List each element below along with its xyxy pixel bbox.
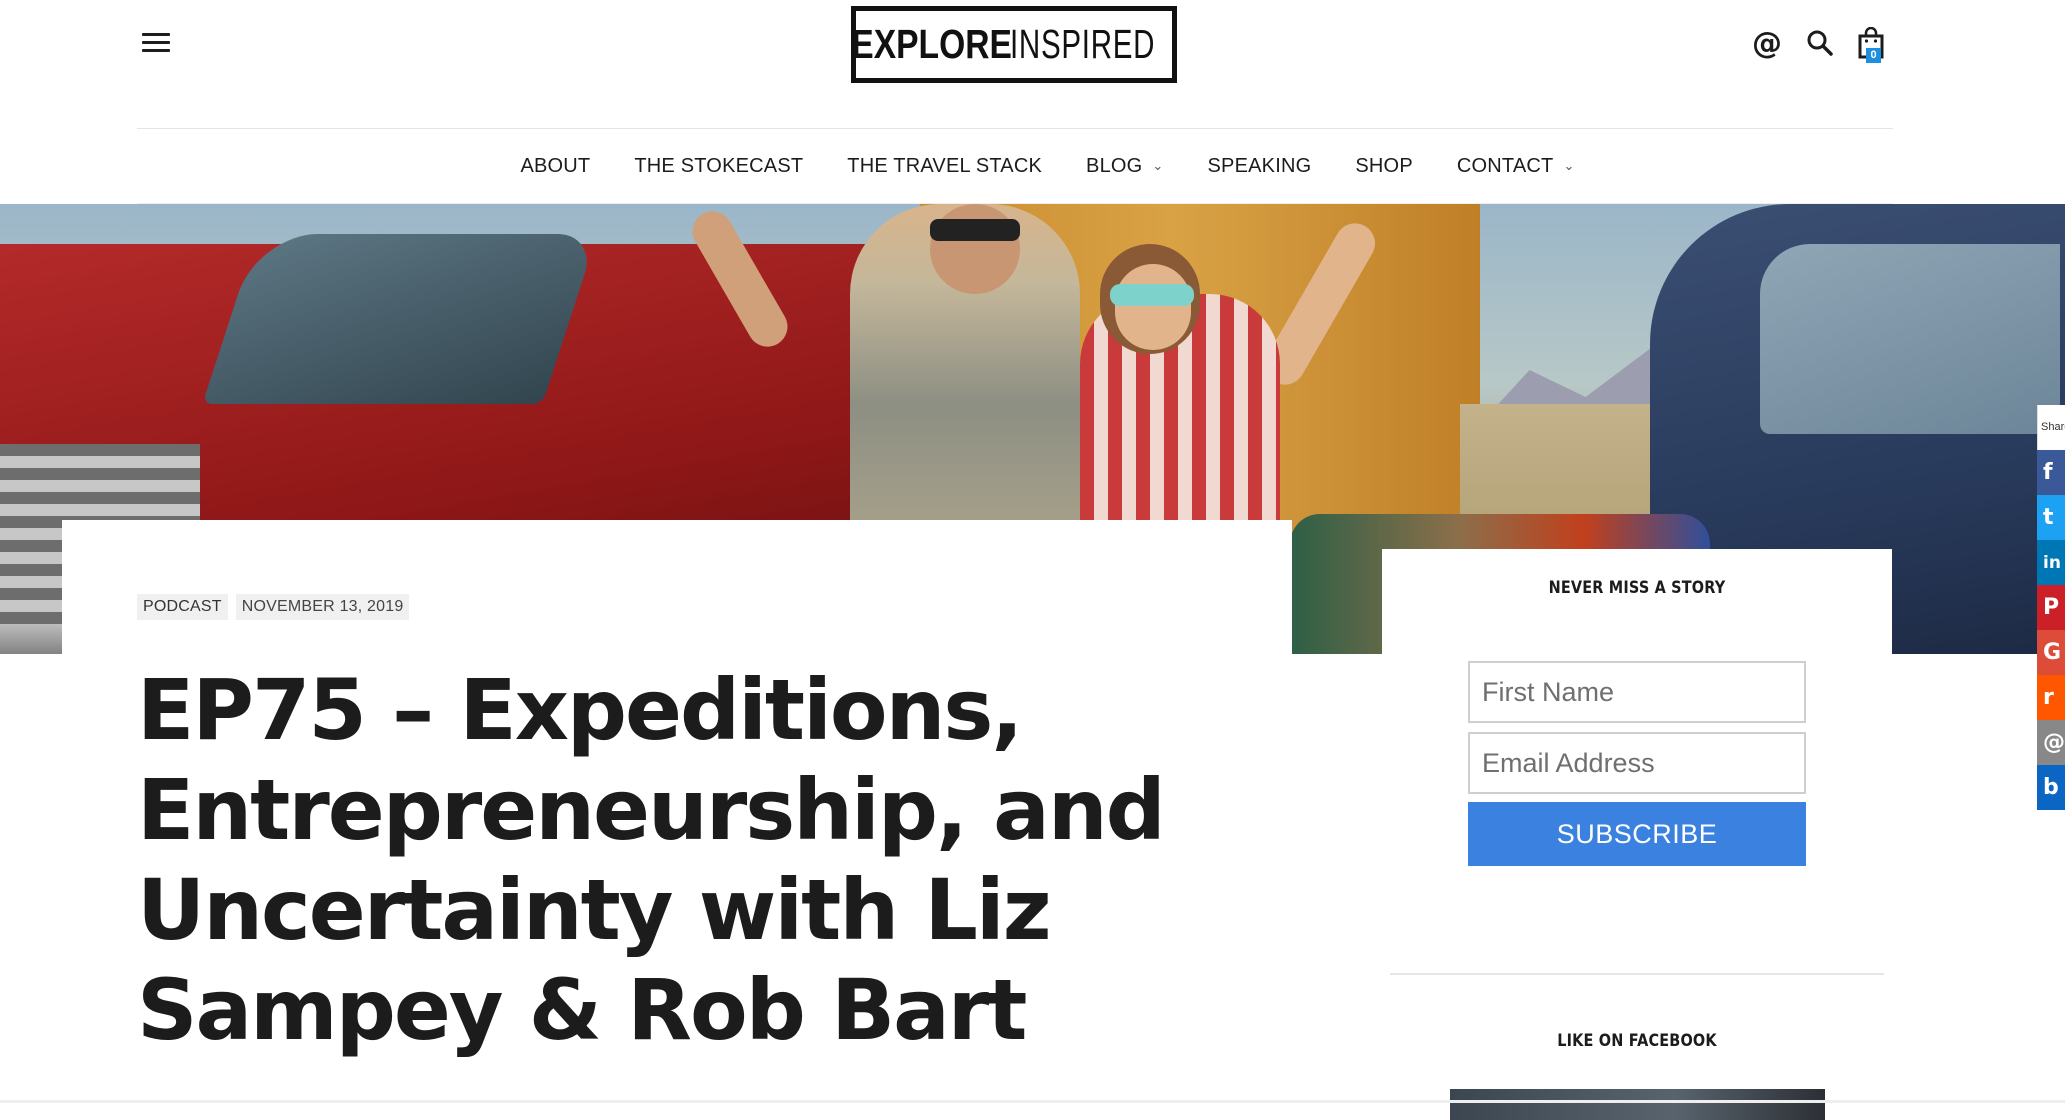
nav-label: SHOP	[1355, 155, 1413, 177]
google-glyph: G	[2043, 640, 2062, 665]
main-navigation: ABOUT THE STOKECAST THE TRAVEL STACK BLO…	[0, 129, 2065, 204]
category-tag[interactable]: PODCAST	[137, 594, 228, 620]
chevron-down-icon: ⌄	[1563, 157, 1575, 173]
logo-text-light: INSPIRED	[1010, 21, 1156, 67]
email-glyph: @	[2043, 730, 2065, 755]
nav-item-the-stokecast[interactable]: THE STOKECAST	[634, 155, 803, 178]
nav-item-shop[interactable]: SHOP	[1355, 155, 1412, 178]
article-meta: PODCAST NOVEMBER 13, 2019	[137, 594, 410, 620]
first-name-field[interactable]	[1468, 661, 1806, 723]
twitter-share-icon[interactable]: t	[2037, 495, 2065, 540]
nav-item-contact[interactable]: CONTACT ⌄	[1457, 155, 1575, 178]
nav-label: THE TRAVEL STACK	[847, 155, 1043, 177]
facebook-share-icon[interactable]: f	[2037, 450, 2065, 495]
hero-sunglasses	[1110, 284, 1194, 306]
bluesky-share-icon[interactable]: b	[2037, 765, 2065, 810]
content-divider	[0, 1100, 2065, 1103]
search-icon[interactable]	[1805, 26, 1835, 60]
at-icon[interactable]: @	[1752, 26, 1782, 61]
sidebar-divider	[1390, 973, 1884, 975]
menu-icon[interactable]	[142, 33, 170, 57]
reddit-share-icon[interactable]: r	[2037, 675, 2065, 720]
email-field[interactable]	[1468, 732, 1806, 794]
hero-face-woman	[1115, 264, 1191, 350]
linkedin-share-icon[interactable]: in	[2037, 540, 2065, 585]
hero-van-windshield	[1760, 244, 2060, 434]
nav-item-the-travel-stack[interactable]: THE TRAVEL STACK	[847, 155, 1042, 178]
nav-label: ABOUT	[520, 155, 591, 177]
nav-label: CONTACT	[1456, 155, 1554, 177]
chevron-down-icon: ⌄	[1152, 157, 1164, 173]
pinterest-glyph: P	[2043, 595, 2060, 620]
google-share-icon[interactable]: G	[2037, 630, 2065, 675]
share-label: Share	[2037, 405, 2065, 450]
newsletter-title: NEVER MISS A STORY	[1548, 578, 1726, 598]
nav-item-speaking[interactable]: SPEAKING	[1208, 155, 1312, 178]
publish-date: NOVEMBER 13, 2019	[235, 594, 410, 620]
cart-count-badge: 0	[1866, 48, 1881, 63]
hero-sunglasses	[930, 219, 1020, 241]
bluesky-glyph: b	[2043, 775, 2059, 800]
email-share-icon[interactable]: @	[2037, 720, 2065, 765]
reddit-glyph: r	[2043, 685, 2054, 710]
twitter-glyph: t	[2043, 505, 2054, 530]
linkedin-glyph: in	[2043, 552, 2061, 573]
nav-label: THE STOKECAST	[634, 155, 804, 177]
logo-text-bold: EXPLORE	[851, 21, 1013, 67]
social-share-bar: Share f t in P G r @ b	[2037, 405, 2065, 810]
site-header: EXPLORE INSPIRED @ 0	[0, 0, 2065, 128]
hero-truck-window	[202, 234, 598, 404]
pinterest-share-icon[interactable]: P	[2037, 585, 2065, 630]
article-title: EP75 – Expeditions, Entrepreneurship, an…	[137, 661, 1166, 1059]
facebook-widget-title: LIKE ON FACEBOOK	[1557, 1031, 1717, 1051]
facebook-glyph: f	[2043, 460, 2053, 485]
nav-label: BLOG	[1086, 155, 1143, 177]
subscribe-button[interactable]: SUBSCRIBE	[1468, 802, 1806, 866]
nav-label: SPEAKING	[1207, 155, 1312, 177]
hero-head-man	[930, 204, 1020, 294]
nav-item-about[interactable]: ABOUT	[520, 155, 590, 178]
site-logo[interactable]: EXPLORE INSPIRED	[851, 6, 1177, 83]
facebook-page-preview[interactable]	[1450, 1089, 1825, 1120]
nav-item-blog[interactable]: BLOG ⌄	[1086, 155, 1163, 178]
